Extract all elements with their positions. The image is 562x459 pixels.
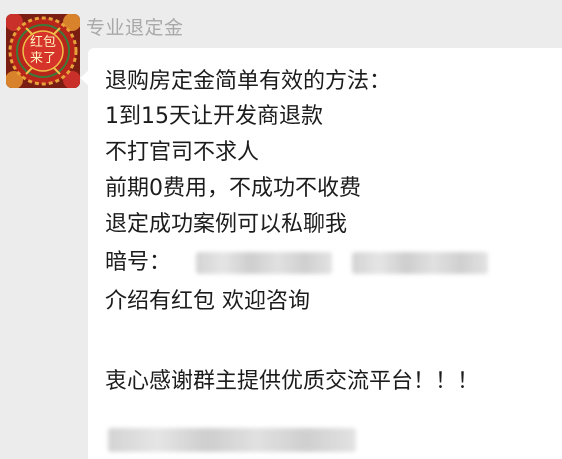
avatar[interactable]: 红包来了 bbox=[6, 14, 80, 88]
message-line-4: 前期0费用，不成功不收费 bbox=[105, 176, 361, 201]
redacted-line bbox=[108, 428, 356, 452]
message-line-2: 1到15天让开发商退款 bbox=[105, 104, 323, 129]
sender-name: 专业退定金 bbox=[86, 17, 184, 39]
message-line-1: 退购房定金简单有效的方法： bbox=[105, 69, 392, 94]
message-line-6: 介绍有红包 欢迎咨询 bbox=[105, 289, 310, 314]
message-line-5: 退定成功案例可以私聊我 bbox=[105, 212, 348, 237]
message-line-code-label: 暗号： bbox=[105, 250, 172, 275]
message-line-3: 不打官司不求人 bbox=[105, 140, 260, 165]
redacted-code-1 bbox=[196, 252, 332, 274]
bubble-tail bbox=[80, 70, 89, 86]
chat-screen: 红包来了 专业退定金 退购房定金简单有效的方法： 1到15天让开发商退款 不打官… bbox=[0, 0, 562, 459]
redacted-code-2 bbox=[352, 252, 488, 274]
avatar-text: 红包来了 bbox=[29, 35, 56, 66]
message-line-7: 衷心感谢群主提供优质交流平台！！！ bbox=[105, 369, 480, 394]
